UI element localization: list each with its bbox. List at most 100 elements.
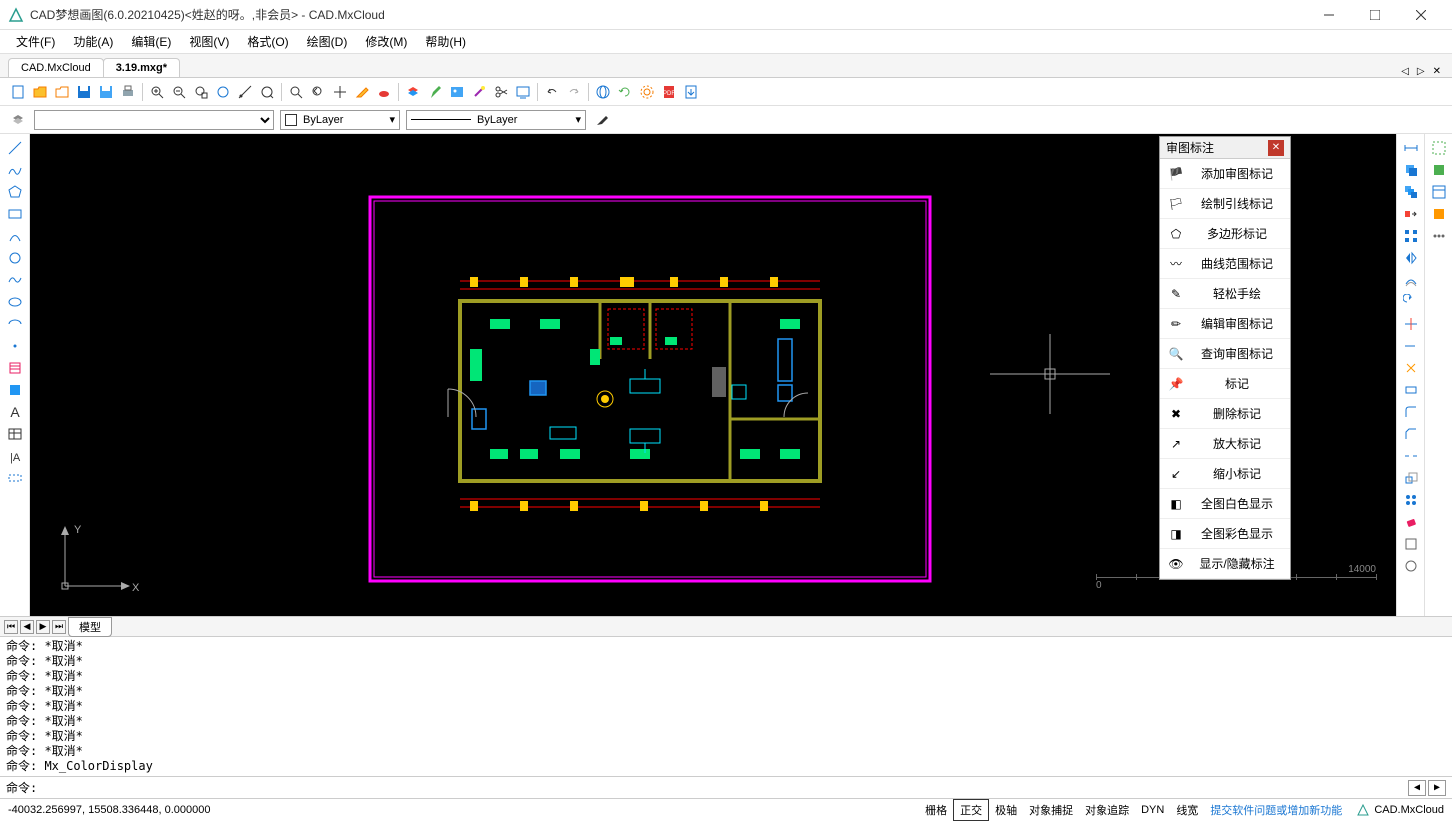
- block-tool-icon[interactable]: [4, 380, 26, 400]
- magic-wand-icon[interactable]: [469, 82, 489, 102]
- measure-point-icon[interactable]: [235, 82, 255, 102]
- globe-icon[interactable]: [593, 82, 613, 102]
- menu-draw[interactable]: 绘图(D): [299, 30, 356, 53]
- new-file-icon[interactable]: [8, 82, 28, 102]
- panel-item-add-mark[interactable]: 🏴添加审图标记: [1160, 159, 1290, 189]
- rotate-icon[interactable]: [1400, 292, 1422, 312]
- panel-item-mark[interactable]: 📌标记: [1160, 369, 1290, 399]
- unknown-tool-1-icon[interactable]: [1400, 534, 1422, 554]
- offset-icon[interactable]: [1400, 270, 1422, 290]
- panel-item-leader-mark[interactable]: 🏳绘制引线标记: [1160, 189, 1290, 219]
- status-osnap[interactable]: 对象捕捉: [1023, 800, 1079, 820]
- grid-array-icon[interactable]: [1400, 226, 1422, 246]
- maximize-button[interactable]: [1352, 0, 1398, 30]
- arc-tool-icon[interactable]: [4, 226, 26, 246]
- tab-cadmxcloud[interactable]: CAD.MxCloud: [8, 58, 104, 77]
- dim-linear-icon[interactable]: [1400, 138, 1422, 158]
- layers-stack-icon[interactable]: [403, 82, 423, 102]
- properties-icon[interactable]: [1428, 182, 1450, 202]
- minimize-button[interactable]: [1306, 0, 1352, 30]
- panel-item-zoom-out-mark[interactable]: ↙缩小标记: [1160, 459, 1290, 489]
- model-tab-first-icon[interactable]: ⏮: [4, 620, 18, 634]
- panel-item-polygon-mark[interactable]: ⬠多边形标记: [1160, 219, 1290, 249]
- color-combo[interactable]: ByLayer ▾: [280, 110, 400, 130]
- eraser-icon[interactable]: [1400, 512, 1422, 532]
- command-history[interactable]: 命令: *取消* 命令: *取消* 命令: *取消* 命令: *取消* 命令: …: [0, 636, 1452, 776]
- pan-realtime-icon[interactable]: [286, 82, 306, 102]
- tab-next-icon[interactable]: ▷: [1414, 66, 1428, 77]
- scissors-icon[interactable]: [491, 82, 511, 102]
- layers-button[interactable]: [8, 110, 28, 130]
- menu-help[interactable]: 帮助(H): [417, 30, 474, 53]
- redo-icon[interactable]: [564, 82, 584, 102]
- panel-item-white-display[interactable]: ◧全图白色显示: [1160, 489, 1290, 519]
- hatch-tool-icon[interactable]: [4, 358, 26, 378]
- save-icon[interactable]: [74, 82, 94, 102]
- transfer-icon[interactable]: [1400, 204, 1422, 224]
- panel-item-zoom-in-mark[interactable]: ↗放大标记: [1160, 429, 1290, 459]
- rectangle-tool-icon[interactable]: [4, 204, 26, 224]
- ellipse-tool-icon[interactable]: [4, 292, 26, 312]
- stretch-icon[interactable]: [1400, 380, 1422, 400]
- crosshair-icon[interactable]: [330, 82, 350, 102]
- more-tool-icon[interactable]: [1428, 226, 1450, 246]
- status-lineweight[interactable]: 线宽: [1170, 800, 1204, 820]
- spline-tool-icon[interactable]: [4, 270, 26, 290]
- open-folder-icon[interactable]: [52, 82, 72, 102]
- chamfer-icon[interactable]: [1400, 424, 1422, 444]
- zoom-previous-icon[interactable]: [308, 82, 328, 102]
- pdf-icon[interactable]: PDF: [659, 82, 679, 102]
- model-tab-next-icon[interactable]: ▶: [36, 620, 50, 634]
- panel-item-curve-mark[interactable]: 〰曲线范围标记: [1160, 249, 1290, 279]
- zoom-extents-icon[interactable]: [213, 82, 233, 102]
- menu-function[interactable]: 功能(A): [65, 30, 121, 53]
- fillet-icon[interactable]: [1400, 402, 1422, 422]
- line-tool-icon[interactable]: [4, 138, 26, 158]
- menu-format[interactable]: 格式(O): [239, 30, 296, 53]
- settings-gear-icon[interactable]: [637, 82, 657, 102]
- trim-icon[interactable]: [1400, 314, 1422, 334]
- zoom-out-icon[interactable]: [169, 82, 189, 102]
- panel-header[interactable]: 审图标注 ✕: [1160, 137, 1290, 159]
- image-icon[interactable]: [447, 82, 467, 102]
- scale-tool-icon[interactable]: [1400, 468, 1422, 488]
- linetype-combo[interactable]: ByLayer ▾: [406, 110, 586, 130]
- refresh-icon[interactable]: [615, 82, 635, 102]
- model-tab-last-icon[interactable]: ⏭: [52, 620, 66, 634]
- model-tab[interactable]: 模型: [68, 617, 112, 637]
- point-tool-icon[interactable]: [4, 336, 26, 356]
- tab-close-icon[interactable]: ✕: [1430, 66, 1444, 77]
- explode-icon[interactable]: [1400, 358, 1422, 378]
- polygon-tool-icon[interactable]: [4, 182, 26, 202]
- panel-item-color-display[interactable]: ◨全图彩色显示: [1160, 519, 1290, 549]
- cmd-scroll-right-icon[interactable]: ▶: [1428, 780, 1446, 796]
- tab-319mxg[interactable]: 3.19.mxg*: [103, 58, 180, 77]
- undo-icon[interactable]: [542, 82, 562, 102]
- status-feedback-link[interactable]: 提交软件问题或增加新功能: [1204, 802, 1348, 818]
- status-dyn[interactable]: DYN: [1135, 802, 1170, 818]
- mirror-icon[interactable]: [1400, 248, 1422, 268]
- panel-close-button[interactable]: ✕: [1268, 140, 1284, 156]
- model-tab-prev-icon[interactable]: ◀: [20, 620, 34, 634]
- panel-item-query-mark[interactable]: 🔍查询审图标记: [1160, 339, 1290, 369]
- open-file-icon[interactable]: [30, 82, 50, 102]
- circle-tool-icon[interactable]: [4, 248, 26, 268]
- mtext-tool-icon[interactable]: |A: [4, 446, 26, 466]
- panel-item-freehand[interactable]: ✎轻松手绘: [1160, 279, 1290, 309]
- menu-file[interactable]: 文件(F): [8, 30, 63, 53]
- polyline-tool-icon[interactable]: [4, 160, 26, 180]
- menu-view[interactable]: 视图(V): [181, 30, 237, 53]
- menu-modify[interactable]: 修改(M): [357, 30, 415, 53]
- copy-multi-icon[interactable]: [1400, 182, 1422, 202]
- text-tool-icon[interactable]: A: [4, 402, 26, 422]
- print-icon[interactable]: [118, 82, 138, 102]
- drawing-canvas[interactable]: Y X 200014000 0 审图标注 ✕ 🏴添加审图标记 🏳绘制引线标记 ⬠…: [30, 134, 1396, 616]
- command-input[interactable]: [41, 781, 1408, 795]
- zoom-in-icon[interactable]: [147, 82, 167, 102]
- deselect-icon[interactable]: [1428, 160, 1450, 180]
- panel-item-edit-mark[interactable]: ✏编辑审图标记: [1160, 309, 1290, 339]
- block-insert-icon[interactable]: [1428, 204, 1450, 224]
- save-as-icon[interactable]: [96, 82, 116, 102]
- brush-icon[interactable]: [592, 110, 612, 130]
- extend-icon[interactable]: [1400, 336, 1422, 356]
